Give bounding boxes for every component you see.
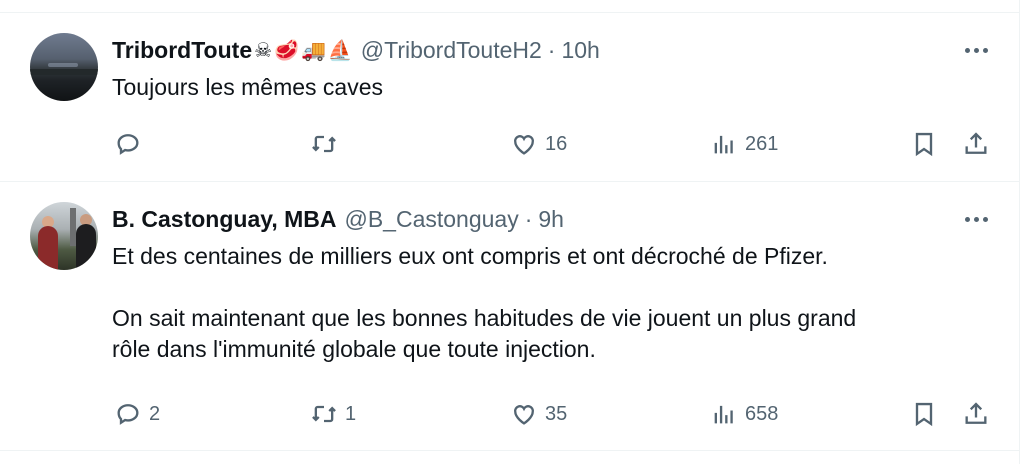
tweet-actions: 2 1 35 658: [112, 397, 992, 431]
bookmark-icon: [915, 402, 933, 427]
retweet-count: 1: [345, 402, 357, 425]
views-button[interactable]: 261: [710, 127, 778, 161]
heart-icon: [514, 135, 534, 155]
avatar[interactable]: [30, 33, 98, 101]
heart-icon: [514, 405, 534, 425]
next-tweet-edge: [0, 451, 1020, 464]
view-count: 658: [745, 402, 779, 425]
retweet-icon: [312, 405, 336, 423]
more-options-icon[interactable]: [958, 37, 994, 63]
reply-icon: [117, 404, 139, 425]
retweet-button[interactable]: [310, 127, 345, 161]
tweet-header: B. Castonguay, MBA @B_Castonguay · 9h: [112, 204, 564, 234]
view-count: 261: [745, 132, 779, 155]
retweet-icon: [312, 135, 336, 153]
truck-icon: 🚚: [300, 39, 326, 62]
tweet-text: Toujours les mêmes caves: [112, 72, 383, 103]
tweet[interactable]: TribordToute ☠ 🥩 🚚 ⛵ @TribordTouteH2 · 1…: [0, 13, 1020, 182]
tweet-text-line: Toujours les mêmes caves: [112, 74, 383, 100]
views-button[interactable]: 658: [710, 397, 778, 431]
separator-dot: ·: [524, 205, 533, 232]
share-icon: [965, 402, 987, 424]
user-handle[interactable]: @TribordTouteH2: [361, 37, 542, 64]
display-name[interactable]: TribordToute: [112, 37, 252, 64]
share-button[interactable]: [962, 127, 990, 161]
reply-button[interactable]: [114, 127, 149, 161]
tweet-text-line: On sait maintenant que les bonnes habitu…: [112, 305, 857, 331]
bookmark-button[interactable]: [910, 127, 938, 161]
views-chart-icon: [714, 135, 733, 154]
share-button[interactable]: [962, 397, 990, 431]
share-icon: [965, 132, 987, 154]
tweet-text: Et des centaines de milliers eux ont com…: [112, 241, 856, 365]
tweet-text-line: Et des centaines de milliers eux ont com…: [112, 243, 828, 269]
tweet-actions: 16 261: [112, 127, 992, 161]
skull-crossbones-icon: ☠: [254, 39, 273, 62]
like-count: 35: [545, 402, 568, 425]
tweet[interactable]: B. Castonguay, MBA @B_Castonguay · 9h Et…: [0, 182, 1020, 451]
previous-tweet-edge: [0, 0, 1020, 13]
display-name[interactable]: B. Castonguay, MBA: [112, 206, 336, 233]
meat-icon: 🥩: [274, 39, 299, 62]
like-count: 16: [545, 132, 568, 155]
timestamp[interactable]: 10h: [561, 37, 599, 64]
timeline: TribordToute ☠ 🥩 🚚 ⛵ @TribordTouteH2 · 1…: [0, 0, 1020, 464]
tweet-header: TribordToute ☠ 🥩 🚚 ⛵ @TribordTouteH2 · 1…: [112, 35, 600, 65]
reply-icon: [117, 134, 139, 155]
sailboat-icon: ⛵: [327, 39, 353, 62]
bookmark-icon: [915, 132, 933, 157]
name-emojis: ☠ 🥩 🚚 ⛵: [254, 38, 353, 63]
retweet-button[interactable]: 1: [310, 397, 356, 431]
reply-count: 2: [149, 402, 161, 425]
bookmark-button[interactable]: [910, 397, 938, 431]
views-chart-icon: [714, 405, 733, 424]
timestamp[interactable]: 9h: [538, 206, 564, 233]
reply-button[interactable]: 2: [114, 397, 160, 431]
like-button[interactable]: 35: [510, 397, 567, 431]
like-button[interactable]: 16: [510, 127, 567, 161]
tweet-text-line: rôle dans l'immunité globale que toute i…: [112, 336, 596, 362]
separator-dot: ·: [547, 36, 556, 63]
more-options-icon[interactable]: [958, 206, 994, 232]
avatar[interactable]: [30, 202, 98, 270]
user-handle[interactable]: @B_Castonguay: [344, 206, 518, 233]
